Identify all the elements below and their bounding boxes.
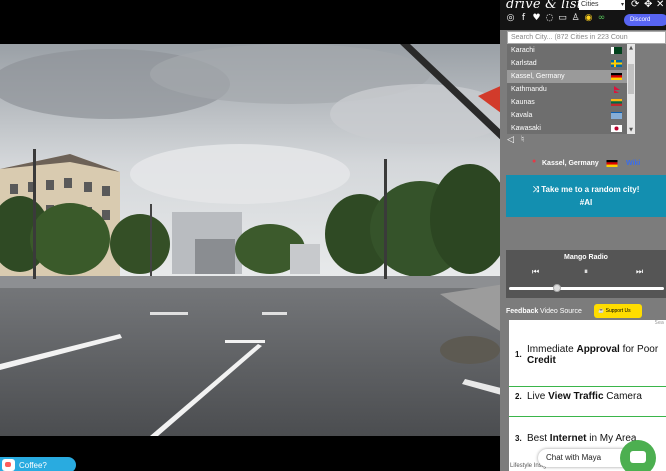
city-name: Kassel, Germany [511, 73, 565, 80]
pakistan-flag-icon [611, 47, 622, 54]
ad-item[interactable]: 2. Live View Traffic Camera [509, 390, 666, 420]
city-name: Kavala [511, 112, 533, 119]
nepal-flag-icon [614, 86, 620, 93]
coffee-cup-icon [2, 459, 15, 471]
greece-flag-icon [611, 112, 622, 119]
social-icons: ◎ f ♥ ◌ ▭ ♙ ◉ ∞ [506, 13, 606, 25]
side-panel: drive & listen Cities ▾ ⟳ ✥ ✕ ◎ f ♥ ◌ ▭ … [500, 0, 666, 471]
refresh-icon[interactable]: ⟳ [631, 0, 639, 10]
ad-divider [509, 386, 666, 387]
coffee-label: Coffee? [19, 460, 47, 470]
city-item[interactable]: Karachi [507, 44, 627, 57]
ad-divider [509, 416, 666, 417]
radio-progress-knob[interactable] [553, 284, 562, 292]
city-name: Karachi [511, 47, 535, 54]
city-name: Kathmandu [511, 86, 547, 93]
wiki-link[interactable]: Wiki [626, 160, 640, 167]
radio-progress-track[interactable] [509, 287, 664, 290]
pause-icon[interactable]: ⏸ [584, 267, 588, 277]
radio-title: Mango Radio [564, 254, 608, 261]
previous-icon[interactable]: ⏮ [532, 267, 539, 277]
ad-text: Live View Traffic Camera [527, 391, 642, 402]
chat-bubble-icon [630, 451, 646, 463]
city-item[interactable]: Kathmandu [507, 83, 627, 96]
discord-button[interactable]: Discord [624, 14, 666, 26]
city-item[interactable]: Kaunas [507, 96, 627, 109]
top-bar: drive & listen Cities ▾ ⟳ ✥ ✕ ◎ f ♥ ◌ ▭ … [500, 0, 666, 30]
instagram-icon[interactable]: ◎ [506, 13, 515, 25]
city-list-scrollbar[interactable]: ▲ ▼ [627, 44, 635, 134]
random-city-tag: #AI [579, 198, 593, 207]
app-root: Coffee? drive & listen Cities ▾ ⟳ ✥ ✕ ◎ … [0, 0, 666, 471]
city-item[interactable]: Kawasaki [507, 122, 627, 134]
scroll-thumb[interactable] [628, 64, 634, 94]
people-icon[interactable]: ♙ [571, 13, 580, 25]
city-list: Karachi Karlstad Kassel, Germany Kathman… [507, 44, 627, 134]
city-name: Karlstad [511, 60, 537, 67]
lithuania-flag-icon [611, 99, 622, 106]
chat-launcher[interactable] [620, 440, 656, 471]
chevron-down-icon: ▾ [620, 2, 624, 8]
germany-flag-icon [606, 160, 618, 167]
feedback-row: Feedback Video Source ☕ Support Us [506, 304, 666, 318]
message-icon[interactable]: ▭ [558, 13, 567, 25]
city-search-input[interactable]: Search City... (872 Cities in 223 Coun [507, 31, 666, 44]
next-icon[interactable]: ⏭ [636, 267, 643, 277]
street-scene [0, 44, 505, 436]
support-label: Support Us [605, 308, 631, 314]
random-city-label: Take me to a random city! [541, 185, 640, 194]
volume-icon[interactable]: ◁ [507, 135, 517, 147]
city-name: Kaunas [511, 99, 535, 106]
ad-number: 3. [515, 434, 522, 443]
current-city-name: Kassel, Germany [542, 160, 599, 167]
microphone-icon[interactable]: ♮ [521, 135, 531, 147]
vr-icon[interactable]: ∞ [597, 13, 606, 25]
move-icon[interactable]: ✥ [644, 0, 652, 10]
sweden-flag-icon [611, 60, 622, 67]
city-item[interactable]: Kavala [507, 109, 627, 122]
city-item[interactable]: Karlstad [507, 57, 627, 70]
ad-number: 2. [515, 392, 522, 401]
scroll-up-icon[interactable]: ▲ [628, 45, 634, 51]
radio-player: Mango Radio ⏮ ⏸ ⏭ [506, 250, 666, 298]
scroll-down-icon[interactable]: ▼ [628, 127, 634, 133]
japan-flag-icon [611, 125, 622, 132]
random-city-button[interactable]: ⤨ Take me to a random city! #AI [506, 175, 666, 217]
eye-icon[interactable]: ◉ [584, 13, 593, 25]
facebook-icon[interactable]: f [519, 13, 528, 25]
twitter-icon[interactable]: ♥ [532, 13, 541, 25]
feedback-link[interactable]: Feedback [506, 308, 538, 315]
ad-number: 1. [515, 350, 522, 359]
audio-controls: ◁ ♮ [507, 135, 531, 147]
germany-flag-icon [611, 73, 622, 80]
location-pin-icon: ● [532, 158, 537, 165]
city-item-selected[interactable]: Kassel, Germany [507, 70, 627, 83]
street-video[interactable] [0, 44, 505, 436]
ad-text: Best Internet in My Area [527, 433, 637, 444]
cities-dropdown-value: Cities [581, 1, 599, 8]
cities-dropdown[interactable]: Cities ▾ [579, 0, 625, 10]
close-icon[interactable]: ✕ [656, 0, 664, 10]
city-name: Kawasaki [511, 125, 541, 132]
shuffle-icon: ⤨ [532, 185, 542, 194]
current-location: ● Kassel, Germany Wiki [500, 156, 666, 172]
ad-item[interactable]: 1. Immediate Approval for Poor Credit [509, 338, 666, 388]
video-source-link[interactable]: Video Source [540, 308, 582, 315]
support-button[interactable]: ☕ Support Us [594, 304, 642, 318]
ad-text: Immediate Approval for Poor Credit [527, 344, 659, 366]
coffee-button[interactable]: Coffee? [0, 457, 76, 471]
ads-search-label: Sea [654, 320, 664, 326]
whatsapp-icon[interactable]: ◌ [545, 13, 554, 25]
